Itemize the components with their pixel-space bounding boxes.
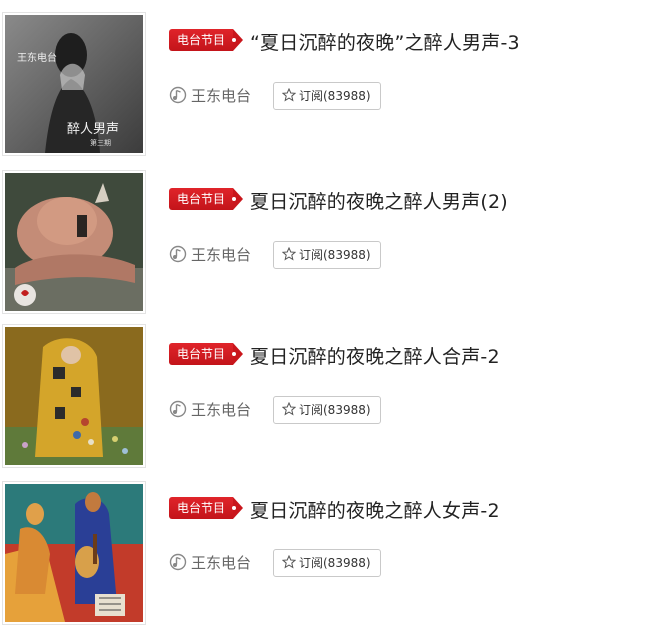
program-author[interactable]: 王东电台 xyxy=(169,552,251,573)
music-note-icon xyxy=(169,245,187,263)
tag-dot xyxy=(232,506,236,510)
program-tag-label: 电台节目 xyxy=(177,33,226,47)
program-author[interactable]: 王东电台 xyxy=(169,399,251,420)
program-title[interactable]: 夏日沉醉的夜晚之醉人合声-2 xyxy=(250,342,500,369)
program-tag-label: 电台节目 xyxy=(177,347,226,361)
music-note-icon xyxy=(169,553,187,571)
music-note-icon xyxy=(169,400,187,418)
subscribe-label: 订阅(83988) xyxy=(299,556,371,570)
star-outline-icon xyxy=(282,402,296,416)
star-outline-icon xyxy=(282,88,296,102)
subscribe-button[interactable]: 订阅(83988) xyxy=(273,396,381,424)
tag-dot xyxy=(232,197,236,201)
author-name: 王东电台 xyxy=(191,401,252,419)
subscribe-label: 订阅(83988) xyxy=(299,248,371,262)
star-outline-icon xyxy=(282,555,296,569)
program-cover-image[interactable] xyxy=(2,170,146,314)
program-cover-image[interactable]: 王东电台 醉人男声 第三期 xyxy=(2,12,146,156)
program-item: 电台节目 夏日沉醉的夜晚之醉人男声(2) 王东电台 订阅(83988) xyxy=(0,170,655,320)
music-note-icon xyxy=(169,86,187,104)
program-cover-image[interactable] xyxy=(2,324,146,468)
subscribe-label: 订阅(83988) xyxy=(299,89,371,103)
program-tag: 电台节目 xyxy=(169,188,243,210)
program-cover-image[interactable] xyxy=(2,481,146,625)
program-item: 电台节目 夏日沉醉的夜晚之醉人合声-2 王东电台 订阅(83988) xyxy=(0,324,655,474)
program-tag-label: 电台节目 xyxy=(177,192,226,206)
subscribe-button[interactable]: 订阅(83988) xyxy=(273,241,381,269)
tag-dot xyxy=(232,352,236,356)
program-item: 电台节目 夏日沉醉的夜晚之醉人女声-2 王东电台 订阅(83988) xyxy=(0,481,655,631)
program-title[interactable]: 夏日沉醉的夜晚之醉人男声(2) xyxy=(250,187,508,214)
subscribe-label: 订阅(83988) xyxy=(299,403,371,417)
subscribe-button[interactable]: 订阅(83988) xyxy=(273,549,381,577)
star-outline-icon xyxy=(282,247,296,261)
author-name: 王东电台 xyxy=(191,246,252,264)
program-item: 王东电台 醉人男声 第三期 电台节目 “夏日沉醉的夜晚”之醉人男声-3 王东电台… xyxy=(0,12,655,162)
program-tag: 电台节目 xyxy=(169,343,243,365)
program-author[interactable]: 王东电台 xyxy=(169,85,251,106)
cover-caption-1: 王东电台 xyxy=(17,51,57,64)
cover-caption-2: 醉人男声 xyxy=(67,121,119,137)
author-name: 王东电台 xyxy=(191,87,252,105)
program-tag-label: 电台节目 xyxy=(177,501,226,515)
subscribe-button[interactable]: 订阅(83988) xyxy=(273,82,381,110)
program-tag: 电台节目 xyxy=(169,29,243,51)
program-tag: 电台节目 xyxy=(169,497,243,519)
program-title[interactable]: “夏日沉醉的夜晚”之醉人男声-3 xyxy=(250,28,520,55)
cover-caption-3: 第三期 xyxy=(90,138,111,147)
author-name: 王东电台 xyxy=(191,554,252,572)
tag-dot xyxy=(232,38,236,42)
program-author[interactable]: 王东电台 xyxy=(169,244,251,265)
program-title[interactable]: 夏日沉醉的夜晚之醉人女声-2 xyxy=(250,496,500,523)
